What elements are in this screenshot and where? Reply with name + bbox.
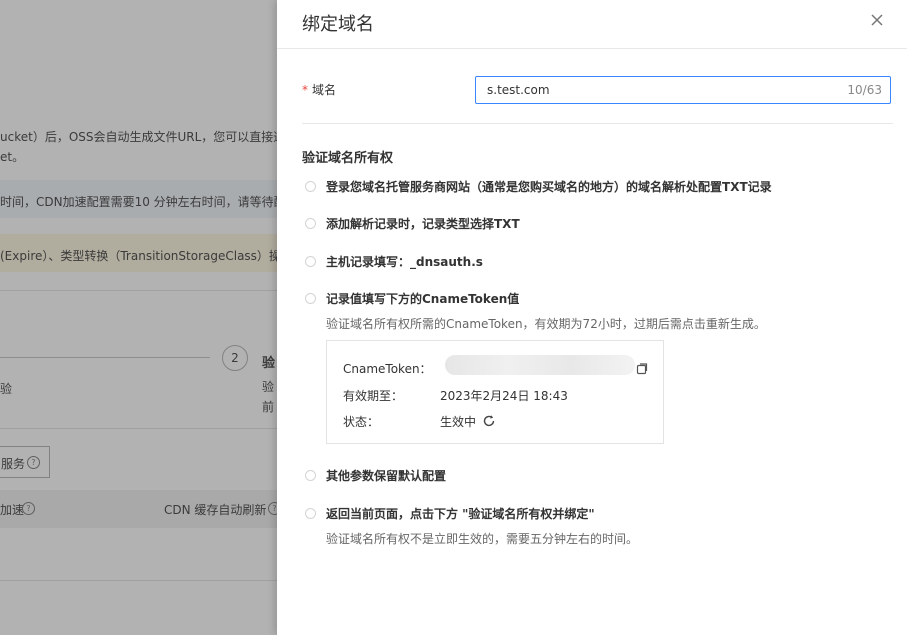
domain-input[interactable]	[476, 77, 827, 103]
section-title: 验证域名所有权	[302, 151, 394, 166]
token-value-blurred	[445, 355, 635, 375]
status-label: 状态：	[343, 415, 380, 429]
step-text: 记录值填写下方的CnameToken值	[326, 292, 520, 306]
step-dot	[305, 256, 316, 267]
drawer-title: 绑定域名	[302, 14, 374, 35]
required-mark: *	[302, 83, 308, 97]
divider	[302, 123, 893, 124]
status-value: 生效中	[440, 415, 477, 429]
domain-label-text: 域名	[312, 83, 337, 97]
step-description: 验证域名所有权不是立即生效的，需要五分钟左右的时间。	[326, 532, 639, 546]
copy-icon[interactable]	[636, 360, 648, 375]
refresh-icon[interactable]	[482, 413, 496, 427]
close-icon[interactable]	[866, 9, 888, 31]
step-text: 主机记录填写：_dnsauth.s	[326, 255, 483, 269]
bind-domain-drawer: 绑定域名 * 域名 10/63 验证域名所有权 登录您域名托管服务商网站（通常是您…	[277, 0, 907, 635]
step-text: 登录您域名托管服务商网站（通常是您购买域名的地方）的域名解析处配置TXT记录	[326, 180, 772, 194]
token-label: CnameToken：	[343, 362, 432, 376]
expiry-value: 2023年2月24日 18:43	[440, 389, 568, 403]
domain-input-wrapper: 10/63	[475, 76, 891, 104]
step-text: 添加解析记录时，记录类型选择TXT	[326, 217, 520, 231]
cname-token-box: CnameToken： 有效期至： 2023年2月24日 18:43 状态： 生…	[326, 340, 664, 444]
step-text: 返回当前页面，点击下方 "验证域名所有权并绑定"	[326, 507, 595, 521]
char-count: 10/63	[847, 83, 882, 97]
domain-label: * 域名	[302, 81, 336, 98]
step-dot	[305, 293, 316, 304]
step-dot	[305, 181, 316, 192]
drawer-header: 绑定域名	[277, 0, 907, 49]
expiry-label: 有效期至：	[343, 389, 404, 403]
step-description: 验证域名所有权所需的CnameToken，有效期为72小时，过期后需点击重新生成…	[326, 317, 766, 331]
step-dot	[305, 508, 316, 519]
step-dot	[305, 218, 316, 229]
step-text: 其他参数保留默认配置	[326, 469, 447, 483]
step-dot	[305, 470, 316, 481]
